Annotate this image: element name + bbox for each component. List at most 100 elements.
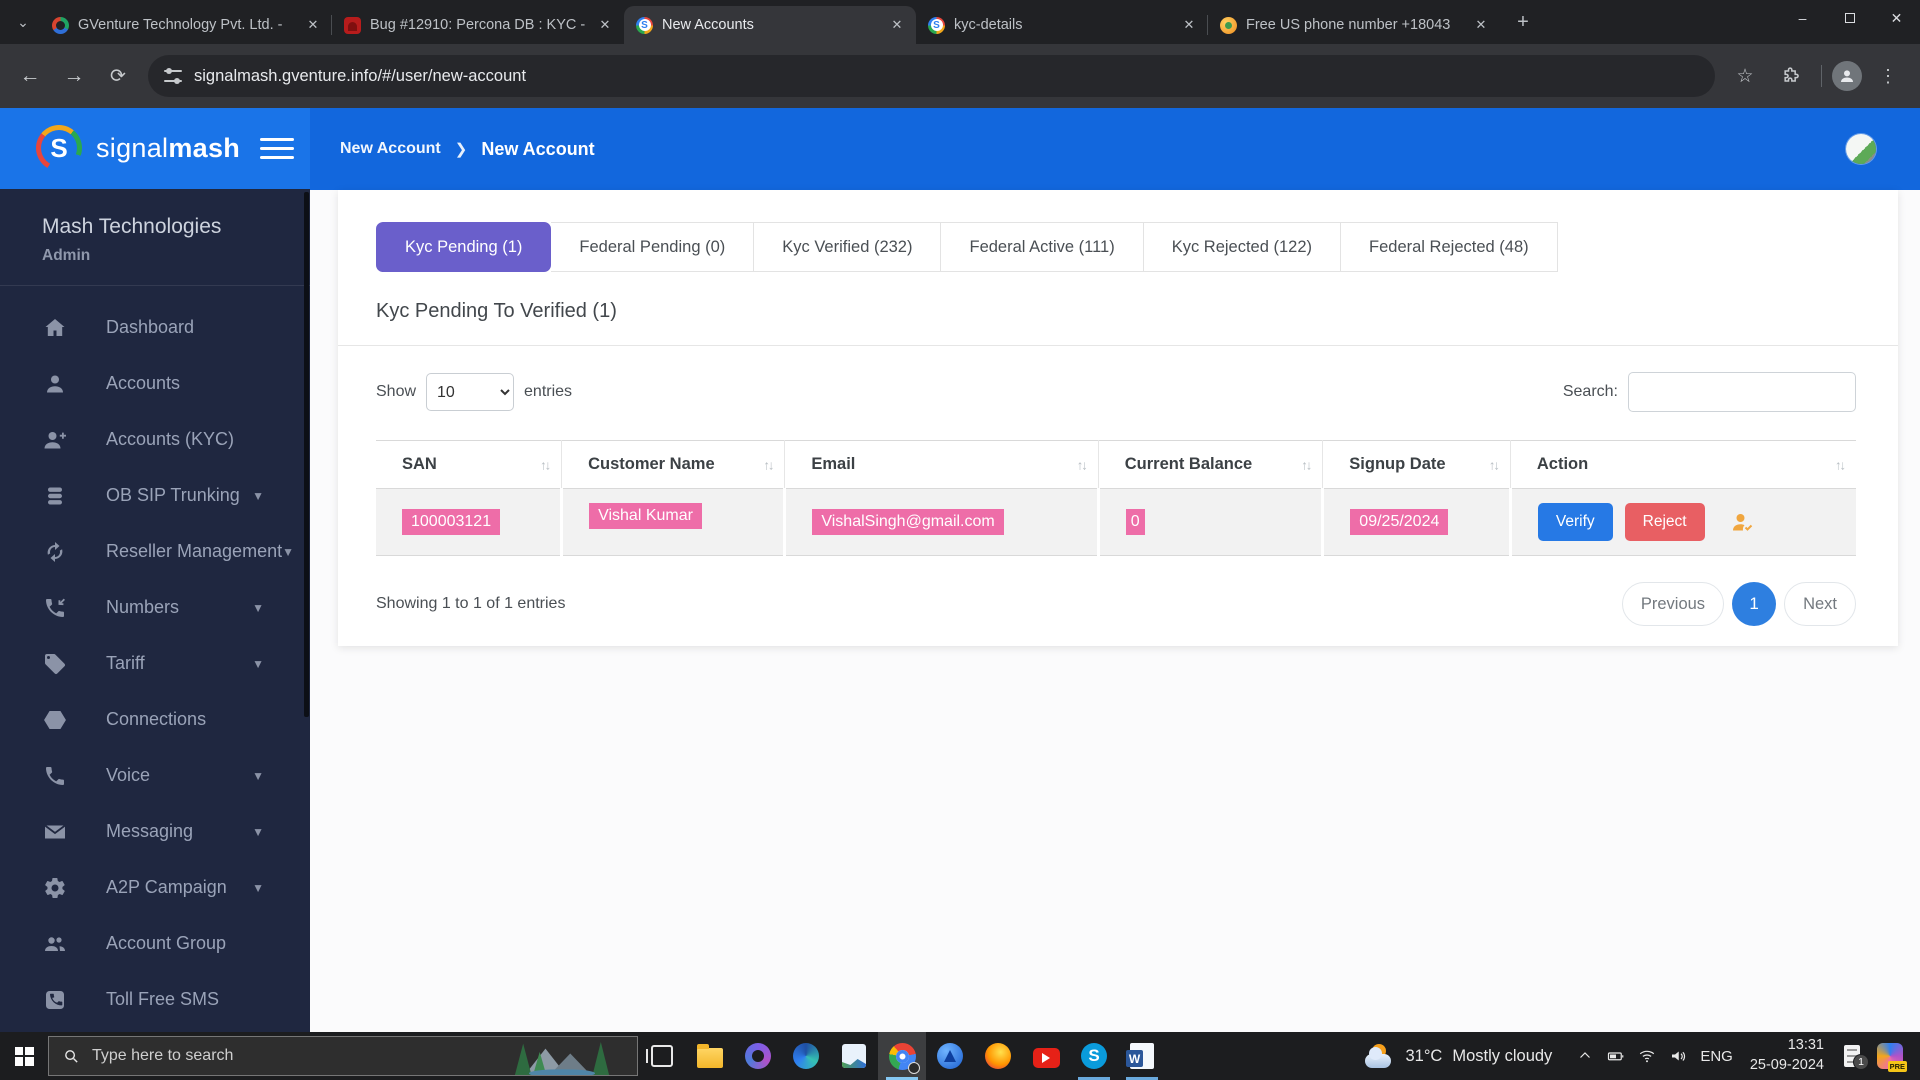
address-bar[interactable]: signalmash.gventure.info/#/user/new-acco… — [148, 55, 1715, 97]
window-minimize-button[interactable]: – — [1779, 0, 1826, 36]
reload-icon[interactable]: ⟳ — [98, 56, 138, 96]
taskbar-app-blueapp-icon[interactable] — [926, 1032, 974, 1080]
taskbar-search[interactable]: Type here to search — [48, 1036, 638, 1076]
sort-arrows-icon[interactable]: ↑↓ — [1489, 457, 1500, 472]
tab-search-chevron-icon[interactable]: ⌄ — [6, 5, 40, 39]
language-indicator[interactable]: ENG — [1700, 1048, 1733, 1065]
signalmash-favicon-icon: S — [636, 16, 653, 34]
sidebar-item-numbers[interactable]: Numbers ▼ — [0, 580, 310, 636]
sidebar-item-reseller-management[interactable]: Reseller Management ▼ — [0, 524, 310, 580]
next-page-button[interactable]: Next — [1784, 582, 1856, 626]
search-input[interactable] — [1628, 372, 1856, 412]
back-icon[interactable]: ← — [10, 56, 50, 96]
sidebar-item-messaging[interactable]: Messaging ▼ — [0, 804, 310, 860]
column-header-signup-date[interactable]: Signup Date ↑↓ — [1322, 440, 1511, 489]
taskbar-app-loop-icon[interactable] — [734, 1032, 782, 1080]
url-text[interactable]: signalmash.gventure.info/#/user/new-acco… — [194, 67, 526, 86]
cell-action: Verify Reject — [1510, 488, 1856, 556]
browser-menu-icon[interactable]: ⋮ — [1868, 56, 1908, 96]
user-verified-icon[interactable] — [1731, 510, 1755, 534]
preview-app-icon[interactable]: PRE — [1876, 1042, 1907, 1072]
taskbar-clock[interactable]: 13:31 25-09-2024 — [1746, 1036, 1828, 1075]
taskbar-app-taskview-icon[interactable] — [638, 1032, 686, 1080]
taskbar-app-youtube-icon[interactable] — [1022, 1032, 1070, 1080]
table-row[interactable]: 100003121 Vishal Kumar VishalSingh@gmail.c… — [376, 488, 1856, 556]
sidebar-item-dashboard[interactable]: Dashboard — [0, 300, 310, 356]
tray-expand-chevron-icon[interactable] — [1576, 1047, 1594, 1065]
new-tab-button[interactable]: + — [1508, 7, 1538, 37]
sort-arrows-icon[interactable]: ↑↓ — [1835, 457, 1846, 472]
column-header-san[interactable]: SAN ↑↓ — [376, 440, 563, 489]
tab-close-icon[interactable]: ✕ — [1472, 16, 1490, 34]
browser-tab[interactable]: Free US phone number +18043 ✕ — [1207, 6, 1500, 44]
status-tab-kyc-rejected-122[interactable]: Kyc Rejected (122) — [1143, 222, 1342, 272]
taskbar-app-word-icon[interactable] — [1118, 1032, 1166, 1080]
verify-button[interactable]: Verify — [1537, 503, 1613, 541]
sidebar-item-label: Dashboard — [106, 317, 195, 338]
org-role: Admin — [42, 246, 91, 264]
cell-customer-name: Vishal Kumar — [561, 488, 787, 556]
status-tab-kyc-verified-232[interactable]: Kyc Verified (232) — [754, 222, 942, 272]
reject-button[interactable]: Reject — [1624, 503, 1705, 541]
status-tab-federal-pending-0[interactable]: Federal Pending (0) — [551, 222, 755, 272]
breadcrumb-parent[interactable]: New Account — [340, 140, 441, 158]
forward-icon[interactable]: → — [54, 56, 94, 96]
bookmark-star-icon[interactable]: ☆ — [1725, 56, 1765, 96]
app-header: New Account ❯ New Account — [310, 108, 1920, 190]
tab-close-icon[interactable]: ✕ — [888, 16, 906, 34]
wifi-icon[interactable] — [1638, 1047, 1656, 1065]
battery-icon[interactable] — [1607, 1047, 1625, 1065]
taskbar-app-explorer-icon[interactable] — [686, 1032, 734, 1080]
notification-center-icon[interactable]: 1 — [1841, 1045, 1869, 1070]
volume-icon[interactable] — [1669, 1047, 1687, 1065]
sidebar-item-accounts[interactable]: Accounts — [0, 356, 310, 412]
hamburger-menu-icon[interactable] — [260, 137, 294, 159]
clock-date: 25-09-2024 — [1749, 1057, 1824, 1073]
sort-arrows-icon[interactable]: ↑↓ — [1301, 457, 1312, 472]
status-tab-federal-rejected-48[interactable]: Federal Rejected (48) — [1341, 222, 1558, 272]
sidebar-item-accounts-kyc[interactable]: Accounts (KYC) — [0, 412, 310, 468]
browser-profile-avatar[interactable] — [1832, 61, 1862, 91]
tab-close-icon[interactable]: ✕ — [304, 16, 322, 34]
sidebar-item-voice[interactable]: Voice ▼ — [0, 748, 310, 804]
window-close-button[interactable]: ✕ — [1873, 0, 1920, 36]
status-tab-kyc-pending-1[interactable]: Kyc Pending (1) — [376, 222, 552, 272]
tab-close-icon[interactable]: ✕ — [1180, 16, 1198, 34]
sidebar-scrollbar[interactable] — [304, 192, 309, 717]
taskbar-app-skype-icon[interactable]: S — [1070, 1032, 1118, 1080]
browser-tab[interactable]: S New Accounts ✕ — [624, 6, 916, 44]
page-number-button[interactable]: 1 — [1732, 582, 1777, 626]
sidebar-item-account-group[interactable]: Account Group — [0, 916, 310, 972]
browser-tab[interactable]: Skyc-details ✕ — [916, 6, 1208, 44]
taskbar-app-chrome-icon[interactable] — [878, 1032, 926, 1080]
browser-tab[interactable]: Bug #12910: Percona DB : KYC - ✕ — [331, 6, 624, 44]
sidebar-item-toll-free-sms[interactable]: Toll Free SMS — [0, 972, 310, 1028]
sidebar-item-connections[interactable]: Connections — [0, 692, 310, 748]
previous-page-button[interactable]: Previous — [1621, 582, 1725, 626]
sidebar-item-tariff[interactable]: Tariff ▼ — [0, 636, 310, 692]
column-header-email[interactable]: Email ↑↓ — [784, 440, 1099, 489]
site-info-icon[interactable] — [164, 68, 182, 84]
sidebar-item-a2p-campaign[interactable]: A2P Campaign ▼ — [0, 860, 310, 916]
sidebar-item-label: Reseller Management — [106, 541, 283, 562]
window-restore-button[interactable] — [1826, 0, 1873, 36]
sort-arrows-icon[interactable]: ↑↓ — [540, 457, 551, 472]
taskbar-app-photos-icon[interactable] — [830, 1032, 878, 1080]
gear-icon — [42, 875, 68, 901]
column-header-action[interactable]: Action ↑↓ — [1510, 440, 1856, 489]
status-tab-federal-active-111[interactable]: Federal Active (111) — [941, 222, 1144, 272]
taskbar-app-firefox-icon[interactable] — [974, 1032, 1022, 1080]
page-size-select[interactable]: 10 — [426, 373, 515, 411]
sort-arrows-icon[interactable]: ↑↓ — [763, 457, 774, 472]
taskbar-weather[interactable]: 31°C Mostly cloudy — [1351, 1032, 1566, 1080]
column-header-customer-name[interactable]: Customer Name ↑↓ — [561, 440, 786, 489]
column-header-current-balance[interactable]: Current Balance ↑↓ — [1098, 440, 1324, 489]
sort-arrows-icon[interactable]: ↑↓ — [1077, 457, 1088, 472]
start-button[interactable] — [0, 1032, 48, 1080]
sidebar-item-ob-sip-trunking[interactable]: OB SIP Trunking ▼ — [0, 468, 310, 524]
taskbar-app-edge-icon[interactable] — [782, 1032, 830, 1080]
tab-close-icon[interactable]: ✕ — [596, 16, 614, 34]
user-avatar[interactable] — [1846, 134, 1876, 164]
browser-tab[interactable]: GVenture Technology Pvt. Ltd. - ✕ — [40, 6, 332, 44]
extensions-icon[interactable] — [1771, 56, 1811, 96]
